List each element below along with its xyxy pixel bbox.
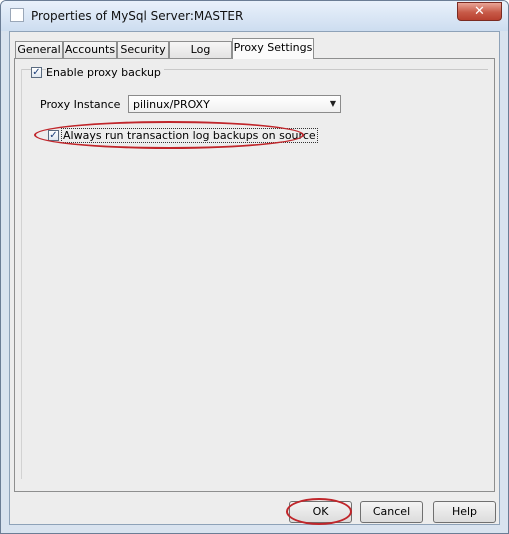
always-run-label[interactable]: Always run transaction log backups on so… — [61, 128, 318, 143]
proxy-instance-select[interactable]: pilinux/PROXY ▼ — [128, 95, 341, 113]
cancel-button[interactable]: Cancel — [360, 501, 423, 523]
ok-button[interactable]: OK — [289, 501, 352, 523]
proxy-settings-panel: ✓ Enable proxy backup Proxy Instance pil… — [14, 58, 495, 492]
close-icon: ✕ — [474, 4, 485, 19]
tab-accounts[interactable]: Accounts — [63, 41, 117, 58]
chevron-down-icon: ▼ — [329, 99, 336, 108]
always-run-checkbox[interactable]: ✓ — [48, 130, 59, 141]
tab-security[interactable]: Security — [117, 41, 169, 58]
enable-proxy-label[interactable]: Enable proxy backup — [46, 66, 164, 79]
help-button[interactable]: Help — [433, 501, 496, 523]
app-window-icon — [10, 8, 24, 22]
tab-proxy-settings[interactable]: Proxy Settings — [232, 38, 314, 59]
proxy-instance-value: pilinux/PROXY — [133, 98, 210, 111]
checkmark-icon: ✓ — [49, 130, 58, 141]
tab-general[interactable]: General — [15, 41, 63, 58]
close-button[interactable]: ✕ — [457, 2, 502, 21]
group-divider-left — [21, 69, 22, 479]
checkmark-icon: ✓ — [32, 67, 41, 78]
window-title: Properties of MySql Server:MASTER — [31, 9, 244, 23]
properties-dialog: Properties of MySql Server:MASTER ✕ Gene… — [0, 0, 509, 534]
title-bar[interactable]: Properties of MySql Server:MASTER ✕ — [1, 1, 508, 31]
dialog-content: General Accounts Security Log Backup Pro… — [9, 31, 500, 525]
enable-proxy-checkbox[interactable]: ✓ — [31, 67, 42, 78]
tab-log-backup[interactable]: Log Backup — [169, 41, 232, 72]
proxy-instance-label: Proxy Instance — [40, 98, 121, 111]
